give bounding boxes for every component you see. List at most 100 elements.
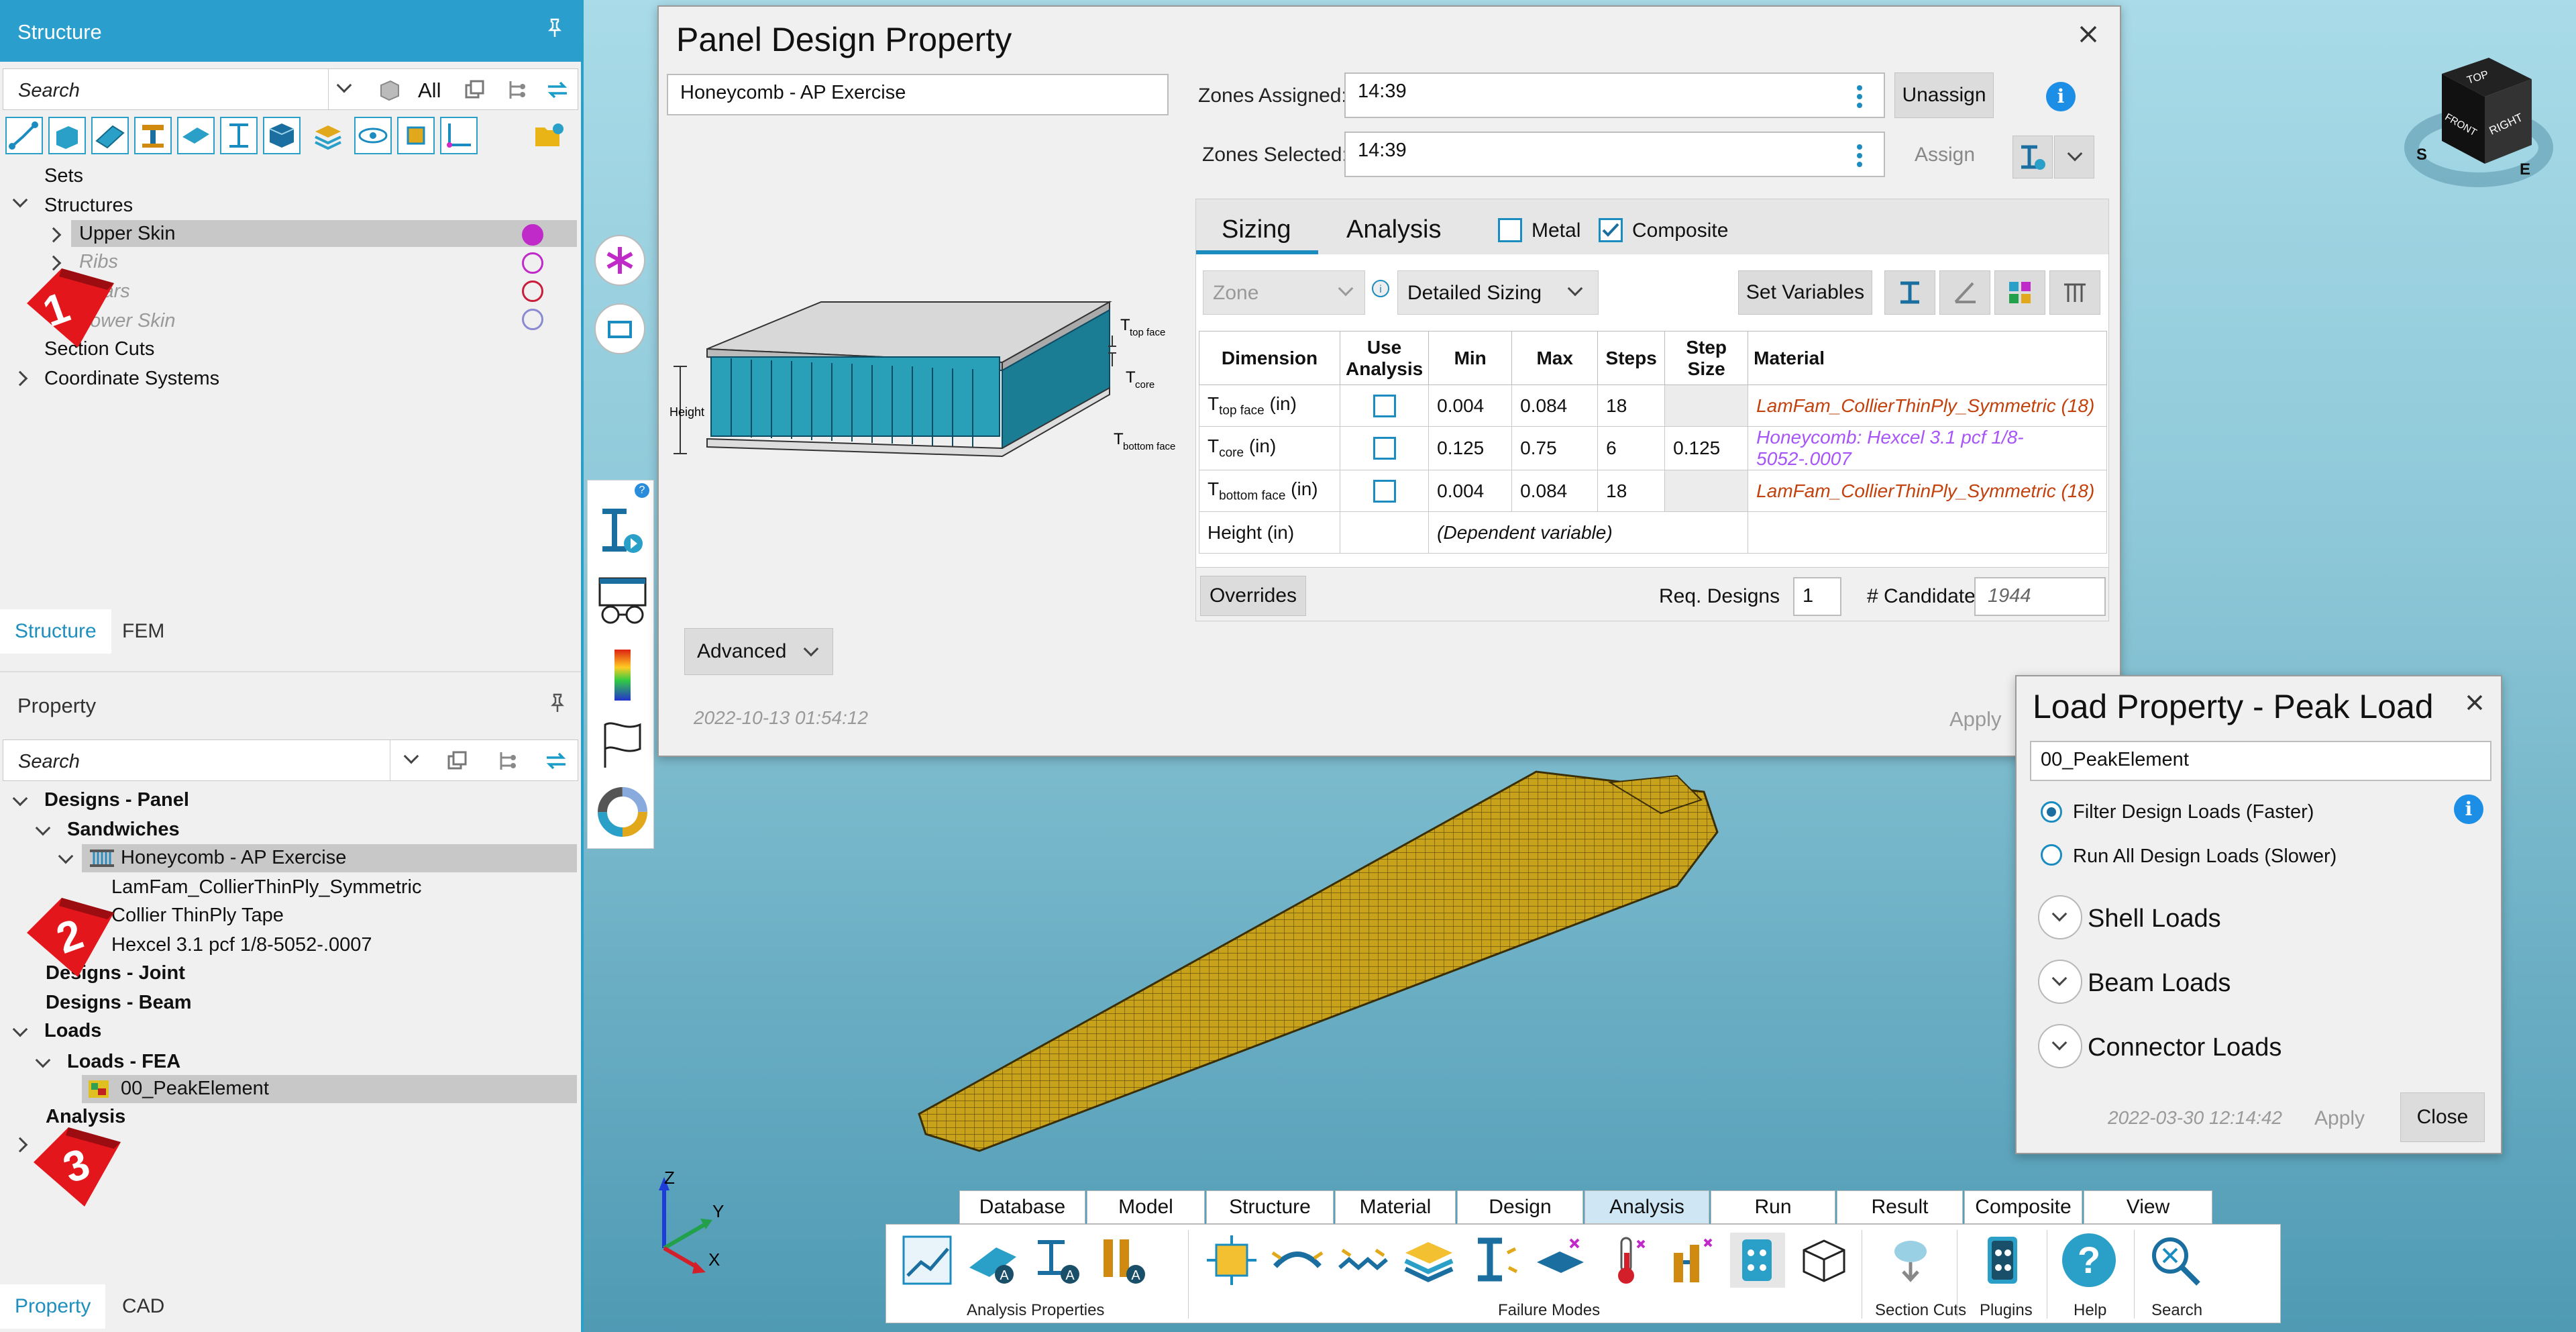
- wing-mesh-model[interactable]: [899, 752, 1731, 1168]
- tree-collier-tape[interactable]: Collier ThinPly Tape: [111, 905, 284, 927]
- pin-icon[interactable]: [545, 17, 565, 38]
- ribbon-tab-database[interactable]: Database: [959, 1190, 1085, 1224]
- use-analysis-checkbox[interactable]: [1373, 479, 1396, 503]
- overrides-button[interactable]: Overrides: [1200, 576, 1306, 616]
- ribbon-tab-structure[interactable]: Structure: [1206, 1190, 1334, 1224]
- table-row[interactable]: Tbottom face (in) 0.004 0.084 18 LamFam_…: [1199, 470, 2107, 512]
- help-icon[interactable]: ?: [2060, 1231, 2116, 1287]
- tab-analysis[interactable]: Analysis: [1346, 215, 1442, 244]
- plugins-icon[interactable]: [1976, 1233, 2031, 1288]
- ribbon-tab-design[interactable]: Design: [1457, 1190, 1583, 1224]
- ribbon-tab-run[interactable]: Run: [1711, 1190, 1835, 1224]
- filter-all-label[interactable]: All: [418, 79, 441, 103]
- zones-selected-menu-icon[interactable]: [1857, 141, 1862, 170]
- nodes-tool-icon[interactable]: [5, 117, 43, 154]
- search-icon[interactable]: [2147, 1233, 2202, 1288]
- chevron-right-icon[interactable]: [12, 370, 28, 387]
- thermal-icon[interactable]: [1599, 1233, 1654, 1288]
- beam-tool-icon[interactable]: [134, 117, 172, 154]
- chevron-down-icon[interactable]: [35, 820, 51, 836]
- ribbon-tab-composite[interactable]: Composite: [1964, 1190, 2082, 1224]
- tab-structure[interactable]: Structure: [0, 609, 111, 654]
- collapse-all-icon[interactable]: [446, 750, 469, 772]
- axis-tool-icon[interactable]: [440, 117, 478, 154]
- tree-view-icon[interactable]: [505, 79, 528, 101]
- tree-structures[interactable]: Structures: [44, 195, 133, 217]
- ibeam-tool-icon[interactable]: [220, 117, 258, 154]
- pick-tool-button[interactable]: [594, 235, 645, 286]
- close-icon[interactable]: [2465, 693, 2485, 713]
- flag-icon[interactable]: [597, 719, 648, 770]
- crippling-icon[interactable]: [1336, 1233, 1391, 1288]
- load-name-field[interactable]: 00_PeakElement: [2030, 741, 2491, 781]
- chevron-down-icon[interactable]: [35, 1052, 51, 1068]
- set-variables-button[interactable]: Set Variables: [1738, 270, 1872, 315]
- chevron-down-icon[interactable]: [58, 848, 74, 864]
- tree-loads-fea[interactable]: Loads - FEA: [67, 1051, 180, 1073]
- use-analysis-checkbox[interactable]: [1373, 437, 1396, 460]
- table-row[interactable]: Tcore (in) 0.125 0.75 6 0.125 Honeycomb:…: [1199, 426, 2107, 470]
- glasses-icon[interactable]: [596, 574, 649, 628]
- stress-failure-icon[interactable]: [1204, 1233, 1259, 1288]
- section-cuts-icon[interactable]: [1883, 1233, 1938, 1288]
- angle-section-icon[interactable]: [1939, 270, 1990, 315]
- beam-failure-icon[interactable]: [1467, 1233, 1522, 1288]
- laminate-failure-icon[interactable]: [1401, 1233, 1456, 1288]
- color-wheel-icon[interactable]: [597, 786, 648, 837]
- buckling-icon[interactable]: [1270, 1233, 1325, 1288]
- tree-designs-panel[interactable]: Designs - Panel: [44, 789, 189, 811]
- tree-view-icon[interactable]: [496, 750, 519, 772]
- table-row[interactable]: Ttop face (in) 0.004 0.084 18 LamFam_Col…: [1199, 385, 2107, 427]
- eye-plane-icon[interactable]: [354, 117, 392, 154]
- sizing-mode-select[interactable]: Detailed Sizing: [1397, 270, 1599, 315]
- filter-cube-icon[interactable]: [376, 76, 402, 103]
- zones-assigned-field[interactable]: 14:39: [1344, 72, 1885, 118]
- expand-shell-loads-button[interactable]: [2038, 895, 2082, 939]
- analysis-chart-icon[interactable]: [900, 1233, 955, 1288]
- tree-sets[interactable]: Sets: [44, 165, 83, 187]
- ribbon-tab-result[interactable]: Result: [1837, 1190, 1963, 1224]
- design-name-field[interactable]: Honeycomb - AP Exercise: [667, 74, 1169, 115]
- load-apply-button[interactable]: Apply: [2314, 1107, 2365, 1130]
- tree-designs-beam[interactable]: Designs - Beam: [46, 992, 192, 1014]
- bonded-joint-icon[interactable]: [1533, 1233, 1588, 1288]
- close-icon[interactable]: [2077, 23, 2100, 46]
- expand-connector-loads-button[interactable]: [2038, 1024, 2082, 1068]
- ribbon-tab-model[interactable]: Model: [1087, 1190, 1205, 1224]
- chevron-down-icon[interactable]: [12, 1021, 28, 1037]
- ibeam-section-icon[interactable]: [1884, 270, 1935, 315]
- ribbon-tab-view[interactable]: View: [2084, 1190, 2212, 1224]
- tree-coordinate-systems[interactable]: Coordinate Systems: [44, 368, 219, 390]
- composite-checkbox[interactable]: [1599, 218, 1623, 242]
- box-tool-icon[interactable]: [263, 117, 301, 154]
- panel-analysis-icon[interactable]: A: [965, 1233, 1020, 1288]
- box-select-button[interactable]: [594, 303, 645, 354]
- property-search-input[interactable]: Search: [18, 751, 80, 773]
- zones-assigned-menu-icon[interactable]: [1857, 82, 1862, 111]
- info-icon[interactable]: i: [2046, 82, 2076, 111]
- help-icon[interactable]: ?: [635, 483, 649, 498]
- beam-analysis-icon[interactable]: A: [1031, 1233, 1086, 1288]
- tree-hexcel[interactable]: Hexcel 3.1 pcf 1/8-5052-.0007: [111, 934, 372, 956]
- run-all-loads-radio[interactable]: [2041, 844, 2062, 866]
- advanced-dropdown[interactable]: Advanced: [684, 628, 833, 675]
- chevron-right-icon[interactable]: [12, 1137, 28, 1153]
- ribbon-tab-analysis[interactable]: Analysis: [1585, 1190, 1709, 1224]
- tab-sizing[interactable]: Sizing: [1196, 199, 1318, 254]
- grid-layout-icon[interactable]: [1994, 270, 2045, 315]
- chevron-down-icon[interactable]: [12, 790, 28, 807]
- color-swatch[interactable]: [522, 224, 543, 246]
- use-analysis-checkbox[interactable]: [1373, 394, 1396, 417]
- tab-cad[interactable]: CAD: [107, 1284, 179, 1329]
- ribbon-tab-material[interactable]: Material: [1335, 1190, 1456, 1224]
- req-designs-field[interactable]: 1: [1793, 577, 1841, 616]
- tree-loads[interactable]: Loads: [44, 1020, 101, 1042]
- view-cube[interactable]: TOP FRONT RIGHT S E: [2395, 47, 2563, 188]
- zones-selected-field[interactable]: 14:39: [1344, 132, 1885, 177]
- expand-beam-loads-button[interactable]: [2038, 960, 2082, 1004]
- assign-type-dropdown[interactable]: [2054, 136, 2094, 178]
- filter-loads-radio[interactable]: [2041, 801, 2062, 823]
- assign-type-icon[interactable]: [2012, 136, 2053, 178]
- chevron-down-icon[interactable]: [336, 77, 352, 93]
- tree-peak-element[interactable]: 00_PeakElement: [121, 1078, 269, 1100]
